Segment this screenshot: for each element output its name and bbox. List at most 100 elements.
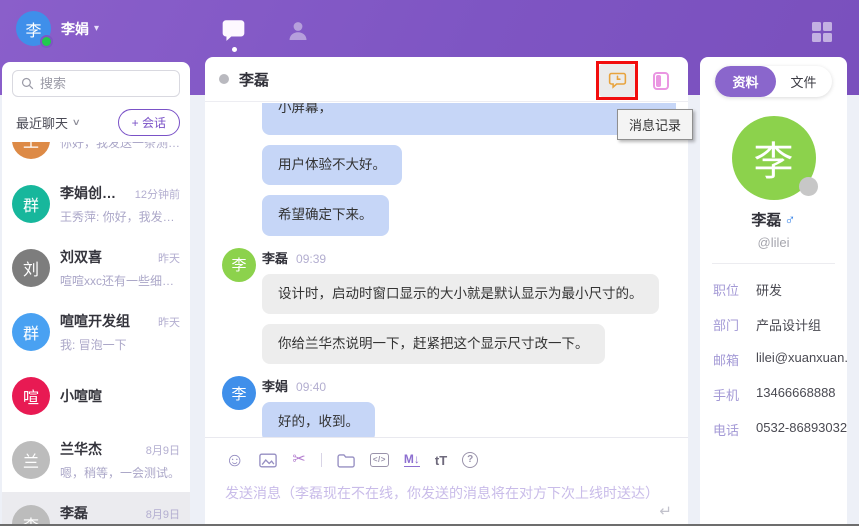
avatar-char: 李 [25, 17, 41, 41]
grid-square [812, 33, 821, 42]
emoji-icon[interactable]: ☺ [225, 451, 244, 470]
message-group: 小屏幕， 用户体验不大好。 希望确定下来。 [205, 103, 688, 236]
conversation-title: 李磊 [239, 69, 269, 90]
field-label: 电话 [713, 420, 747, 439]
font-size-icon[interactable]: tT [435, 454, 447, 467]
profile-tabs: 资料 文件 [715, 66, 831, 97]
field-row: 手机 13466668888 [713, 385, 847, 404]
new-chat-button[interactable]: + 会话 [118, 109, 180, 136]
section-label[interactable]: 最近聊天 [16, 113, 68, 132]
profile-name: 李磊 [751, 212, 781, 229]
field-value: lilei@xuanxuan. [756, 350, 847, 369]
field-label: 职位 [713, 280, 747, 299]
chat-avatar: 李 [12, 505, 50, 526]
field-row: 职位 研发 [713, 280, 847, 299]
nav-contacts-tab[interactable] [286, 18, 310, 49]
chat-item-body: 喧喧开发组 昨天 我: 冒泡一下 [60, 311, 180, 353]
active-tab-indicator-dot [232, 47, 237, 52]
chat-list-item[interactable]: 王 你好，我发送一条测… [2, 142, 190, 172]
chat-preview: 王秀萍: 你好，我发… [60, 208, 180, 225]
chat-avatar: 喧 [12, 377, 50, 415]
profile-panel: 资料 文件 李 李磊♂ @lilei 职位 研发 部门 产品设计组 邮箱 lil… [700, 57, 847, 526]
grid-square [823, 22, 832, 31]
profile-avatar-wrap: 李 [732, 116, 816, 200]
field-value: 研发 [756, 280, 782, 299]
chat-list-item-selected[interactable]: 李 李磊 8月9日 好的，收到。 [2, 492, 190, 526]
message-bubble: 你给兰华杰说明一下，赶紧把这个显示尺寸改一下。 [262, 324, 605, 364]
search-icon [21, 77, 34, 90]
sender-avatar: 李 [222, 376, 256, 410]
screenshot-scissors-icon[interactable]: ✂ [292, 452, 305, 468]
chat-item-body: 你好，我发送一条测… [60, 142, 180, 151]
recent-chats-header: 最近聊天 ∨ + 会话 [2, 103, 190, 142]
message-time: 09:40 [296, 380, 326, 394]
divider [712, 263, 835, 264]
chat-list-item[interactable]: 群 李娟创… 12分钟前 王秀萍: 你好，我发… [2, 172, 190, 236]
chat-list-item[interactable]: 群 喧喧开发组 昨天 我: 冒泡一下 [2, 300, 190, 364]
apps-grid-icon[interactable] [812, 22, 832, 42]
folder-icon[interactable] [337, 453, 355, 468]
chevron-down-icon: ▾ [94, 23, 99, 34]
grid-square [823, 33, 832, 42]
chat-list-item[interactable]: 刘 刘双喜 昨天 喧喧xxc还有一些细… [2, 236, 190, 300]
toolbar-divider [321, 453, 322, 467]
message-scroll-area[interactable]: 小屏幕， 用户体验不大好。 希望确定下来。 李 李磊 09:39 设计时，启动时… [205, 103, 688, 437]
online-status-dot [40, 35, 53, 48]
chat-preview: 嗯，稍等，一会测试。 [60, 464, 180, 481]
chat-preview: 你好，我发送一条测… [60, 142, 180, 151]
chat-list: 王 你好，我发送一条测… 群 李娟创… 12分钟前 王秀萍: 你好，我发… 刘 [2, 142, 190, 526]
search-box[interactable] [12, 70, 180, 97]
chat-item-body: 刘双喜 昨天 喧喧xxc还有一些细… [60, 247, 180, 289]
grid-square [812, 22, 821, 31]
chat-name: 刘双喜 [60, 247, 102, 267]
chat-time: 8月9日 [146, 442, 180, 458]
field-row: 电话 0532-86893032 [713, 420, 847, 439]
field-row: 邮箱 lilei@xuanxuan. [713, 350, 847, 369]
person-icon [286, 18, 310, 44]
message-group: 李 李娟 09:40 好的，收到。 [205, 376, 688, 437]
profile-handle: @lilei [700, 235, 847, 250]
nav-chats-tab[interactable] [220, 17, 247, 48]
chat-name: 喧喧开发组 [60, 311, 130, 331]
field-value: 产品设计组 [756, 315, 821, 334]
chat-item-body: 兰华杰 8月9日 嗯，稍等，一会测试。 [60, 439, 180, 481]
profile-name-row: 李磊♂ [700, 209, 847, 230]
chat-bubble-icon [220, 17, 247, 43]
sidebar: 最近聊天 ∨ + 会话 王 你好，我发送一条测… 群 李娟创… 12分钟前 王秀… [2, 62, 190, 526]
conversation-panel: 李磊 消息记录 小屏幕， 用户体验不大好。 希望确定下来。 李 [205, 57, 688, 526]
sender-name: 李娟 [262, 376, 288, 395]
chat-name: 小喧喧 [60, 386, 102, 406]
profile-fields: 职位 研发 部门 产品设计组 邮箱 lilei@xuanxuan. 手机 134… [713, 280, 847, 439]
message-bubble: 设计时，启动时窗口显示的大小就是默认显示为最小尺寸的。 [262, 274, 659, 314]
chat-name: 兰华杰 [60, 439, 102, 459]
chat-avatar: 兰 [12, 441, 50, 479]
code-icon[interactable]: </> [370, 453, 389, 467]
chat-name: 李娟创… [60, 183, 116, 203]
toggle-sidebar-button[interactable] [644, 61, 678, 100]
chat-list-item[interactable]: 喧 小喧喧 [2, 364, 190, 428]
message-input[interactable]: 发送消息（李磊现在不在线，你发送的消息将在对方下次上线时送达） [225, 483, 668, 503]
tooltip: 消息记录 [617, 109, 693, 140]
return-key-icon: ↵ [659, 502, 672, 520]
markdown-icon[interactable]: M↓ [404, 453, 420, 467]
chevron-down-icon: ∨ [72, 117, 81, 128]
history-bubble-clock-icon [607, 70, 628, 91]
chat-list-item[interactable]: 兰 兰华杰 8月9日 嗯，稍等，一会测试。 [2, 428, 190, 492]
tab-profile[interactable]: 资料 [715, 66, 775, 97]
field-row: 部门 产品设计组 [713, 315, 847, 334]
message-history-button[interactable] [599, 64, 635, 97]
help-icon[interactable]: ? [462, 452, 478, 468]
current-user-name: 李娟 [61, 19, 89, 39]
tab-files[interactable]: 文件 [776, 66, 832, 97]
search-input[interactable] [40, 76, 171, 91]
field-label: 邮箱 [713, 350, 747, 369]
chat-name: 李磊 [60, 503, 88, 523]
offline-status-dot [799, 177, 818, 196]
image-icon[interactable] [259, 453, 277, 468]
message-bubble: 用户体验不大好。 [262, 145, 402, 185]
current-user-menu[interactable]: 李 李娟 ▾ [16, 11, 99, 46]
chat-avatar: 群 [12, 185, 50, 223]
offline-status-dot [219, 74, 229, 84]
chat-time: 8月9日 [146, 506, 180, 522]
chat-time: 12分钟前 [135, 186, 180, 202]
